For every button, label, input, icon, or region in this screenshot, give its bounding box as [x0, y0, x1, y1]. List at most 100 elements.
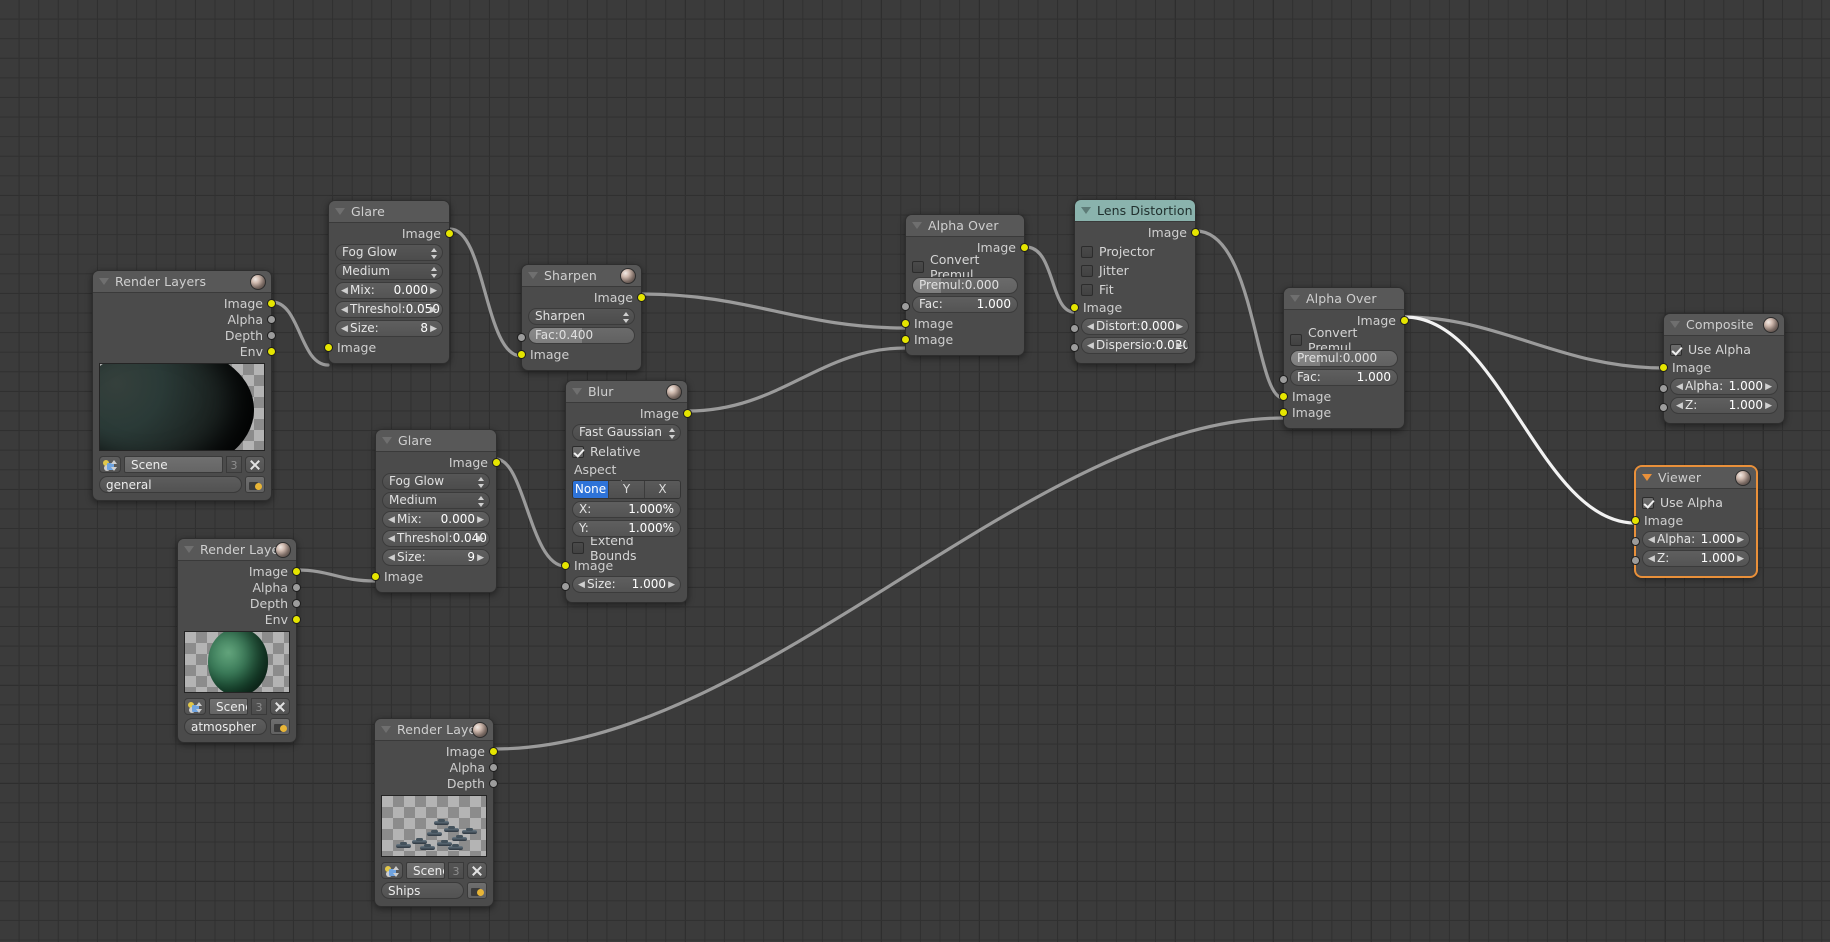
socket-in-z[interactable]: [1631, 556, 1640, 565]
socket-in-fac[interactable]: [901, 302, 910, 311]
glare-quality-dropdown[interactable]: Medium: [335, 263, 443, 280]
socket-in-alpha[interactable]: [1659, 384, 1668, 393]
node-header[interactable]: Render Layers: [375, 719, 493, 741]
socket-in-image-1[interactable]: [1279, 392, 1288, 401]
sharpen-fac-slider[interactable]: Fac: 0.400: [528, 327, 635, 344]
node-alpha-over-2[interactable]: Alpha Over Image Convert Premul Premul: …: [1279, 287, 1409, 429]
node-header[interactable]: Sharpen: [522, 265, 641, 287]
socket-in-image[interactable]: [1659, 363, 1668, 372]
distort-field[interactable]: Distort: 0.000: [1081, 318, 1189, 335]
glare-mix-field[interactable]: Mix: 0.000: [335, 282, 443, 299]
node-glare-top[interactable]: Glare Image Fog Glow Medium Mix: 0.000 T…: [324, 200, 454, 364]
node-composite[interactable]: Composite Use Alpha Image Alpha: 1.000: [1659, 313, 1785, 424]
node-lens-distortion[interactable]: Lens Distortion Image Projector Jitter F…: [1070, 199, 1200, 364]
socket-out-depth[interactable]: [292, 599, 301, 608]
fac-field[interactable]: Fac: 1.000: [912, 296, 1018, 313]
convert-premul-checkbox[interactable]: Convert Premul: [1290, 325, 1398, 355]
socket-in-image[interactable]: [324, 343, 333, 352]
layer-selector-row[interactable]: atmospher: [184, 717, 290, 735]
scene-name-field[interactable]: Scene: [406, 861, 445, 879]
socket-in-image-1[interactable]: [901, 319, 910, 328]
socket-out-image[interactable]: [292, 567, 301, 576]
chevron-updown-icon[interactable]: [393, 865, 400, 878]
socket-in-fac[interactable]: [1279, 375, 1288, 384]
node-render-layers-ships[interactable]: Render Layers Image Alpha Depth Scen 3 S…: [374, 718, 498, 907]
socket-in-image[interactable]: [517, 350, 526, 359]
socket-in-image[interactable]: [561, 561, 570, 570]
projector-checkbox[interactable]: Projector: [1081, 243, 1189, 260]
socket-out-image[interactable]: [1020, 243, 1029, 252]
socket-out-depth[interactable]: [267, 331, 276, 340]
scene-browse-icon[interactable]: [99, 455, 121, 473]
layer-selector-row[interactable]: Ships: [381, 881, 487, 899]
fac-field[interactable]: Fac: 1.000: [1290, 369, 1398, 386]
scene-users-count[interactable]: 3: [226, 455, 242, 473]
socket-out-image[interactable]: [489, 747, 498, 756]
filter-type-dropdown[interactable]: Sharpen: [528, 308, 635, 325]
socket-in-alpha[interactable]: [1631, 537, 1640, 546]
blur-extend-bounds-checkbox[interactable]: Extend Bounds: [572, 533, 681, 563]
socket-out-image[interactable]: [637, 293, 646, 302]
scene-browse-icon[interactable]: [184, 697, 206, 715]
collapse-triangle-icon[interactable]: [335, 208, 345, 215]
collapse-triangle-icon[interactable]: [1290, 295, 1300, 302]
socket-out-depth[interactable]: [489, 779, 498, 788]
glare-quality-dropdown[interactable]: Medium: [382, 492, 490, 509]
socket-out-image[interactable]: [1191, 228, 1200, 237]
blur-y-field[interactable]: Y: 1.000%: [572, 520, 681, 537]
scene-unlink-button[interactable]: [467, 861, 487, 879]
scene-unlink-button[interactable]: [270, 697, 290, 715]
glare-threshold-field[interactable]: Threshol: 0.050: [335, 301, 443, 318]
use-alpha-checkbox[interactable]: Use Alpha: [1642, 494, 1750, 511]
socket-in-distort[interactable]: [1070, 324, 1079, 333]
glare-type-dropdown[interactable]: Fog Glow: [335, 244, 443, 261]
collapse-triangle-icon[interactable]: [1670, 321, 1680, 328]
node-header[interactable]: Blur: [566, 381, 687, 403]
node-render-layers-atmospher[interactable]: Render Layers Image Alpha Depth Env Scen…: [177, 538, 301, 743]
node-header[interactable]: Alpha Over: [906, 215, 1024, 237]
node-alpha-over-1[interactable]: Alpha Over Image Convert Premul Premul: …: [901, 214, 1029, 356]
layer-selector-row[interactable]: general: [99, 475, 265, 493]
node-editor-canvas[interactable]: Render Layers Image Alpha Depth Env Scen…: [0, 0, 1830, 942]
collapse-triangle-icon[interactable]: [184, 546, 194, 553]
premul-slider[interactable]: Premul: 0.000: [1290, 350, 1398, 367]
glare-size-field[interactable]: Size: 9: [382, 549, 490, 566]
node-header[interactable]: Glare: [329, 201, 449, 223]
aspect-option-none[interactable]: None: [573, 481, 609, 498]
socket-in-image-2[interactable]: [1279, 408, 1288, 417]
scene-users-count[interactable]: 3: [448, 861, 464, 879]
scene-name-field[interactable]: Scene: [124, 455, 223, 473]
node-sharpen[interactable]: Sharpen Image Sharpen Fac: 0.400 Image: [517, 264, 646, 371]
node-header[interactable]: Composite: [1664, 314, 1784, 336]
chevron-updown-icon[interactable]: [196, 701, 203, 714]
render-button-icon[interactable]: [245, 475, 265, 493]
collapse-triangle-icon[interactable]: [912, 222, 922, 229]
node-viewer[interactable]: Viewer Use Alpha Image Alpha: 1.000: [1631, 466, 1757, 577]
node-header[interactable]: Render Layers: [93, 271, 271, 293]
aspect-correction-toggle-group[interactable]: None Y X: [572, 480, 681, 499]
glare-type-dropdown[interactable]: Fog Glow: [382, 473, 490, 490]
socket-in-image-2[interactable]: [901, 335, 910, 344]
socket-in-image[interactable]: [371, 572, 380, 581]
node-header[interactable]: Viewer: [1636, 467, 1756, 489]
premul-slider[interactable]: Premul: 0.000: [912, 277, 1018, 294]
socket-in-size[interactable]: [561, 582, 570, 591]
convert-premul-checkbox[interactable]: Convert Premul: [912, 252, 1018, 282]
socket-out-image[interactable]: [683, 409, 692, 418]
alpha-field[interactable]: Alpha: 1.000: [1642, 531, 1750, 548]
layer-name-field[interactable]: general: [99, 475, 242, 493]
socket-in-z[interactable]: [1659, 403, 1668, 412]
socket-out-alpha[interactable]: [489, 763, 498, 772]
glare-mix-field[interactable]: Mix: 0.000: [382, 511, 490, 528]
socket-out-image[interactable]: [492, 458, 501, 467]
collapse-triangle-icon[interactable]: [381, 726, 391, 733]
socket-in-image[interactable]: [1631, 516, 1640, 525]
aspect-option-y[interactable]: Y: [609, 481, 645, 498]
glare-threshold-field[interactable]: Threshol: 0.040: [382, 530, 490, 547]
socket-out-env[interactable]: [292, 615, 301, 624]
socket-out-alpha[interactable]: [267, 315, 276, 324]
collapse-triangle-icon[interactable]: [1642, 474, 1652, 481]
node-render-layers-general[interactable]: Render Layers Image Alpha Depth Env Scen…: [92, 270, 276, 501]
scene-selector-row[interactable]: Scene 3: [381, 861, 487, 879]
collapse-triangle-icon[interactable]: [572, 388, 582, 395]
